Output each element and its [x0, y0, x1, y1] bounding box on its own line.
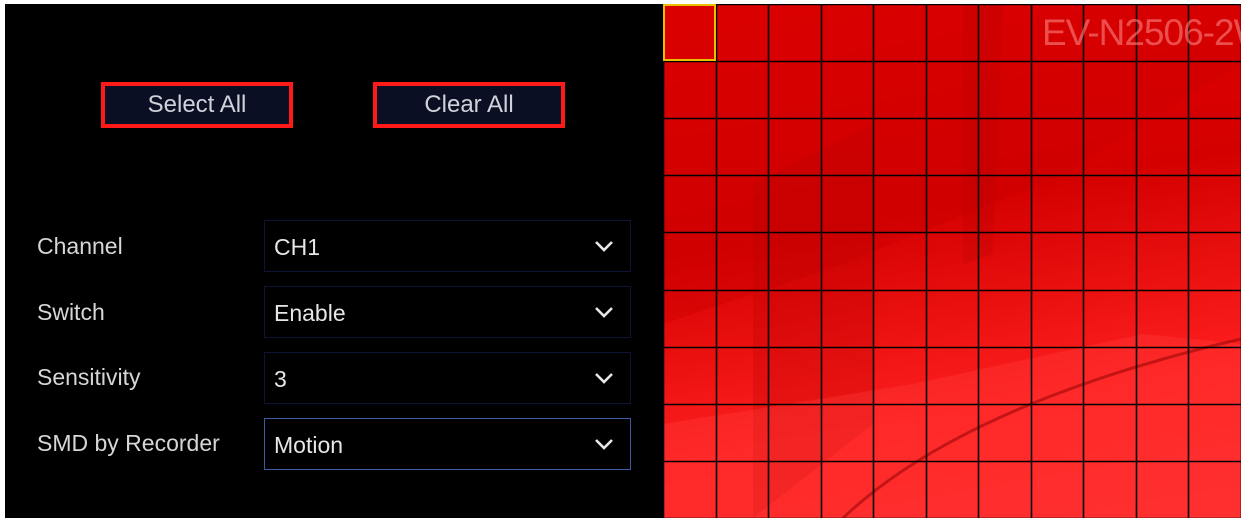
settings-panel: Select All Clear All Channel CH1 Switch … — [5, 4, 663, 518]
chevron-down-icon — [595, 373, 613, 384]
channel-dropdown[interactable]: CH1 — [264, 220, 631, 272]
clear-all-button[interactable]: Clear All — [373, 82, 565, 128]
smd-by-recorder-dropdown[interactable]: Motion — [264, 418, 631, 470]
smd-by-recorder-label: SMD by Recorder — [37, 430, 220, 456]
camera-watermark: EV-N2506-2W — [1042, 12, 1241, 53]
channel-value: CH1 — [274, 234, 321, 260]
chevron-down-icon — [595, 439, 613, 450]
motion-detection-screen: Select All Clear All Channel CH1 Switch … — [5, 4, 1241, 518]
motion-area-preview[interactable]: EV-N2506-2W — [663, 4, 1241, 518]
chevron-down-icon — [595, 241, 613, 252]
sensitivity-dropdown[interactable]: 3 — [264, 352, 631, 404]
smd-by-recorder-value: Motion — [274, 432, 344, 458]
chevron-down-icon — [595, 307, 613, 318]
grid-cell-cursor[interactable] — [663, 4, 716, 61]
sensitivity-label: Sensitivity — [37, 364, 141, 390]
camera-frame — [663, 4, 1241, 518]
sensitivity-value: 3 — [274, 366, 287, 392]
select-all-button[interactable]: Select All — [101, 82, 293, 128]
switch-value: Enable — [274, 300, 346, 326]
switch-label: Switch — [37, 299, 105, 325]
channel-label: Channel — [37, 233, 123, 259]
switch-dropdown[interactable]: Enable — [264, 286, 631, 338]
